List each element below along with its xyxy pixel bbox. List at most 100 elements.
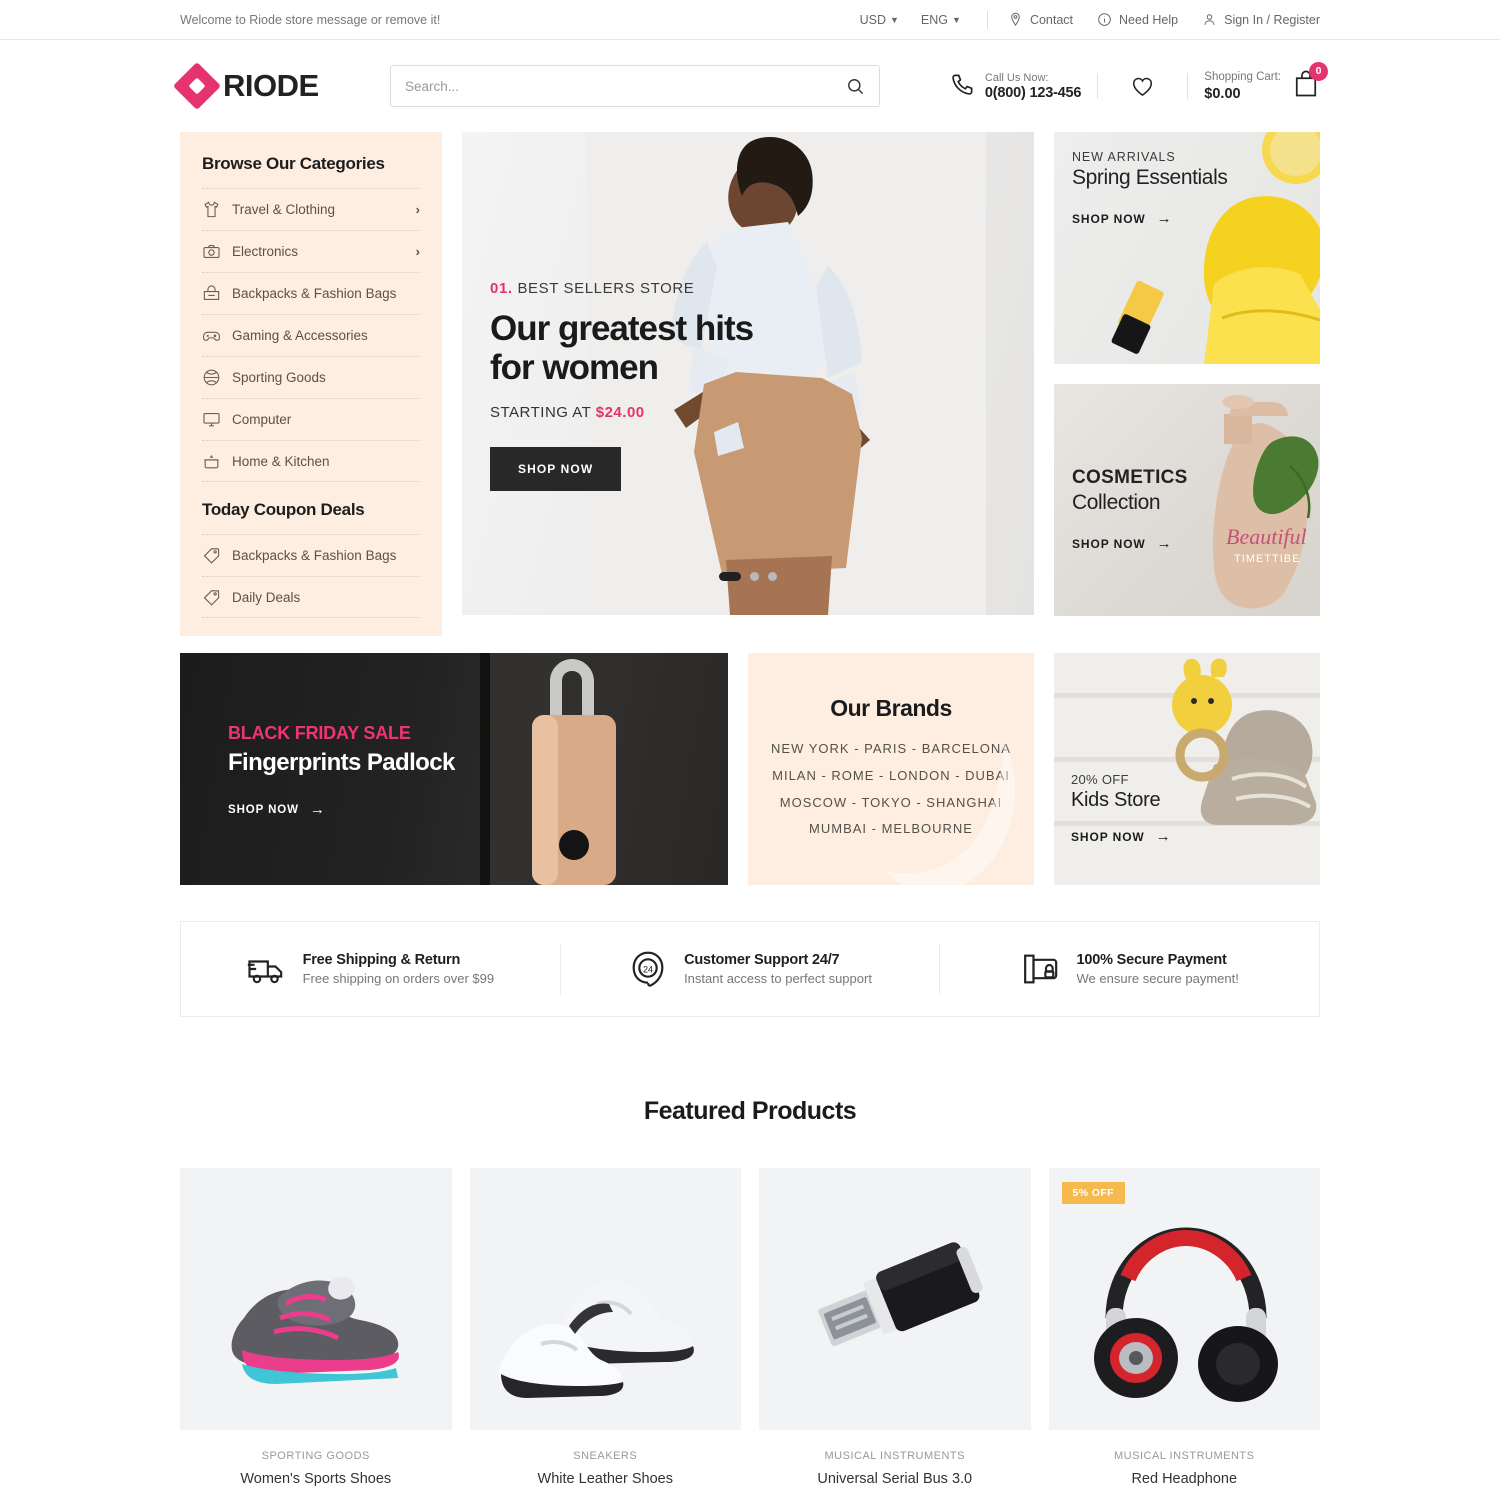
product-name[interactable]: Red Headphone xyxy=(1049,1471,1321,1487)
black-friday-shop-now[interactable]: SHOP NOW → xyxy=(228,801,455,818)
sidebar-item-gaming-accessories[interactable]: Gaming & Accessories xyxy=(202,314,420,356)
arrow-right-icon: → xyxy=(1156,210,1173,227)
product-category: SPORTING GOODS xyxy=(261,1450,370,1462)
kids-shop-now[interactable]: SHOP NOW → xyxy=(1071,828,1172,845)
product-image[interactable] xyxy=(469,1168,741,1430)
sidebar-item-label: Gaming & Accessories xyxy=(232,328,368,343)
main-content: Browse Our Categories Travel & Clothing … xyxy=(0,132,1500,1500)
support-24-icon: 24 xyxy=(632,951,664,987)
sidebar-item-label: Computer xyxy=(232,412,292,427)
tag-icon xyxy=(203,589,220,606)
discount-badge: 5% OFF xyxy=(1061,1182,1125,1204)
welcome-message: Welcome to Riode store message or remove… xyxy=(180,12,441,27)
cosmetics-cta-label: SHOP NOW xyxy=(1072,536,1146,551)
mid-banner-row: BLACK FRIDAY SALE Fingerprints Padlock S… xyxy=(180,653,1320,885)
service-text: 100% Secure Payment We ensure secure pay… xyxy=(1077,952,1239,986)
spring-essentials-banner[interactable]: NEW ARRIVALS Spring Essentials SHOP NOW … xyxy=(1054,132,1320,364)
language-label: ENG xyxy=(920,12,949,27)
cosmetics-banner-copy: COSMETICS Collection SHOP NOW → xyxy=(1072,465,1188,552)
sidebar-item-label: Sporting Goods xyxy=(232,370,326,385)
sidebar-item-home-kitchen[interactable]: Home & Kitchen xyxy=(202,440,420,482)
currency-selector[interactable]: USD ▼ xyxy=(860,13,899,27)
hero-shop-now-button[interactable]: SHOP NOW xyxy=(490,447,622,492)
sidebar-title: Browse Our Categories xyxy=(202,154,385,173)
slider-dot-1[interactable] xyxy=(719,572,741,581)
sidebar-item-label: Daily Deals xyxy=(232,589,301,605)
cart-count-badge: 0 xyxy=(1309,61,1328,81)
spring-cta-label: SHOP NOW xyxy=(1072,211,1146,226)
arrow-right-icon: → xyxy=(309,801,326,818)
language-selector[interactable]: ENG ▼ xyxy=(921,13,961,27)
call-number: 0(800) 123-456 xyxy=(984,85,1082,102)
search-bar[interactable] xyxy=(390,65,880,107)
kids-banner-copy: 20% OFF Kids Store SHOP NOW → xyxy=(1071,772,1172,845)
sidebar-item-computer[interactable]: Computer xyxy=(202,398,420,440)
black-friday-banner[interactable]: BLACK FRIDAY SALE Fingerprints Padlock S… xyxy=(180,653,728,885)
bag-icon xyxy=(203,285,220,300)
product-name[interactable]: White Leather Shoes xyxy=(470,1471,742,1487)
product-image[interactable] xyxy=(759,1168,1031,1430)
basketball-icon xyxy=(203,369,220,386)
product-category: SNEAKERS xyxy=(573,1450,638,1462)
hero-title-line1: Our greatest hits xyxy=(490,309,754,348)
divider xyxy=(1187,73,1189,99)
product-card[interactable]: 5% OFF MUSICAL INSTRUMENTS Red Headphone xyxy=(1048,1168,1321,1500)
product-name[interactable]: Women's Sports Shoes xyxy=(180,1471,452,1487)
search-input[interactable] xyxy=(405,78,846,94)
need-help-link[interactable]: Need Help xyxy=(1097,12,1178,27)
logo-text: RIODE xyxy=(223,68,319,103)
top-bar: Welcome to Riode store message or remove… xyxy=(0,0,1500,40)
sidebar-item-label: Travel & Clothing xyxy=(232,202,336,217)
account-label: Sign In / Register xyxy=(1224,12,1320,27)
cosmetics-banner[interactable]: Beautiful TIMETTIBE COSMETICS Collection… xyxy=(1054,384,1320,616)
hero-title-line2: for women xyxy=(490,348,659,388)
cosmetics-shop-now[interactable]: SHOP NOW → xyxy=(1072,535,1188,552)
service-subtitle: Instant access to perfect support xyxy=(684,971,872,986)
sidebar-item-sporting-goods[interactable]: Sporting Goods xyxy=(202,356,420,398)
product-name[interactable]: Universal Serial Bus 3.0 xyxy=(759,1471,1031,1487)
hero-subtitle: STARTING AT $24.00 xyxy=(490,404,753,421)
slider-dot-3[interactable] xyxy=(768,572,777,581)
sidebar-item-travel-clothing[interactable]: Travel & Clothing › xyxy=(202,188,420,230)
product-category: MUSICAL INSTRUMENTS xyxy=(824,1450,965,1462)
contact-link[interactable]: Contact xyxy=(1008,12,1073,27)
arrow-right-icon: → xyxy=(1155,828,1172,845)
black-friday-copy: BLACK FRIDAY SALE Fingerprints Padlock S… xyxy=(228,723,455,818)
currency-label: USD xyxy=(859,12,886,27)
cart-button[interactable]: Shopping Cart: $0.00 0 xyxy=(1204,61,1328,104)
slider-dot-2[interactable] xyxy=(750,572,759,581)
call-text: Call Us Now: 0(800) 123-456 xyxy=(984,71,1082,102)
service-title: Customer Support 24/7 xyxy=(684,952,840,968)
tag-icon xyxy=(203,548,220,564)
sidebar-coupon-backpacks-fashion-bags[interactable]: Backpacks & Fashion Bags xyxy=(202,534,420,576)
category-sidebar: Browse Our Categories Travel & Clothing … xyxy=(180,132,442,636)
cosmetics-title: Collection xyxy=(1072,491,1161,514)
search-button[interactable] xyxy=(846,77,865,96)
product-card[interactable]: SPORTING GOODS Women's Sports Shoes $212… xyxy=(180,1168,452,1500)
sidebar-item-electronics[interactable]: Electronics › xyxy=(202,230,420,272)
location-pin-icon xyxy=(1011,12,1020,26)
product-image[interactable]: 5% OFF xyxy=(1048,1168,1320,1430)
product-card[interactable]: MUSICAL INSTRUMENTS Universal Serial Bus… xyxy=(759,1168,1031,1500)
product-image[interactable] xyxy=(180,1168,452,1430)
sidebar-item-backpacks-fashion-bags[interactable]: Backpacks & Fashion Bags xyxy=(202,272,420,314)
kids-store-banner[interactable]: 20% OFF Kids Store SHOP NOW → xyxy=(1054,653,1320,885)
call-us-block[interactable]: Call Us Now: 0(800) 123-456 xyxy=(948,71,1081,101)
product-card[interactable]: SNEAKERS White Leather Shoes $35.00 ★★★★… xyxy=(469,1168,742,1500)
black-friday-cta-label: SHOP NOW xyxy=(228,803,299,816)
sign-in-register-link[interactable]: Sign In / Register xyxy=(1202,12,1320,27)
cosmetics-kicker: COSMETICS xyxy=(1072,467,1188,488)
service-customer-support: 24 Customer Support 24/7 Instant access … xyxy=(561,949,940,989)
hero-slider[interactable]: 01. BEST SELLERS STORE Our greatest hits… xyxy=(462,132,1034,615)
svg-text:24: 24 xyxy=(643,964,653,974)
sidebar-coupon-daily-deals[interactable]: Daily Deals xyxy=(202,576,420,618)
spring-shop-now[interactable]: SHOP NOW → xyxy=(1072,210,1227,227)
top-bar-right: USD ▼ ENG ▼ Contact Need Help Sign In / … xyxy=(860,10,1320,29)
svg-text:Beautiful: Beautiful xyxy=(1226,524,1307,549)
service-secure-payment: 100% Secure Payment We ensure secure pay… xyxy=(940,949,1319,989)
wishlist-button[interactable] xyxy=(1130,74,1155,99)
cart-icon-wrap: 0 xyxy=(1292,61,1328,104)
coupon-deals-title: Today Coupon Deals xyxy=(202,500,365,519)
logo[interactable]: RIODE xyxy=(172,61,390,111)
header-right: Call Us Now: 0(800) 123-456 Shopping Car… xyxy=(948,61,1328,104)
